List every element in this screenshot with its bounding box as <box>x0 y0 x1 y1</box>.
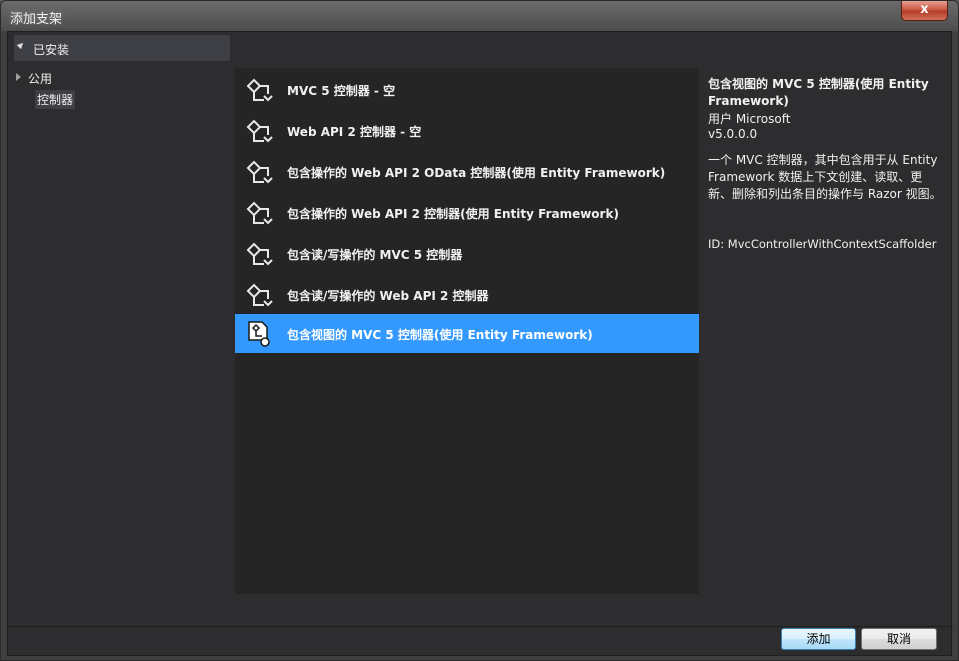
tree-item-label: 公用 <box>28 72 53 86</box>
tree-item-controller[interactable]: 控制器 <box>35 90 76 109</box>
close-button[interactable]: x <box>901 1 948 21</box>
list-item[interactable]: MVC 5 控制器 - 空 <box>235 70 699 109</box>
expand-arrow-icon[interactable] <box>16 73 21 81</box>
details-version: v5.0.0.0 <box>708 127 758 141</box>
controller-icon <box>246 201 273 225</box>
title-bar[interactable]: 添加支架 x <box>1 1 958 31</box>
dialog-title: 添加支架 <box>10 12 63 27</box>
tree-item-label: 控制器 <box>37 93 74 107</box>
cancel-button[interactable]: 取消 <box>861 628 937 650</box>
list-item[interactable]: 包含操作的 Web API 2 控制器(使用 Entity Framework) <box>235 193 699 232</box>
details-title: 包含视图的 MVC 5 控制器(使用 Entity Framework) <box>708 77 929 108</box>
dialog-content: 已安装 公用 控制器 MVC 5 控制器 - 空 Web API 2 控制器 -… <box>7 31 953 656</box>
template-label: MVC 5 控制器 - 空 <box>287 84 396 98</box>
footer-divider <box>8 626 953 627</box>
add-button[interactable]: 添加 <box>781 628 856 650</box>
list-item[interactable]: 包含操作的 Web API 2 OData 控制器(使用 Entity Fram… <box>235 152 699 191</box>
template-label: 包含读/写操作的 Web API 2 控制器 <box>287 289 489 303</box>
list-item[interactable]: 包含读/写操作的 Web API 2 控制器 <box>235 275 699 314</box>
template-label: 包含读/写操作的 MVC 5 控制器 <box>287 248 463 262</box>
details-id: ID: MvcControllerWithContextScaffolder <box>708 237 937 251</box>
list-item[interactable]: 包含读/写操作的 MVC 5 控制器 <box>235 234 699 273</box>
collapse-triangle-icon <box>16 40 26 50</box>
controller-icon <box>246 119 273 143</box>
scaffold-template-list[interactable]: MVC 5 控制器 - 空 Web API 2 控制器 - 空 包含操作的 We… <box>235 68 699 594</box>
add-scaffold-dialog: 添加支架 x 已安装 公用 控制器 MVC 5 控制器 - 空 Web API … <box>0 0 959 661</box>
controller-view-icon <box>248 321 270 347</box>
details-description: 一个 MVC 控制器，其中包含用于从 Entity Framework 数据上下… <box>708 153 942 201</box>
details-vendor: 用户 Microsoft <box>708 112 791 126</box>
template-label: 包含操作的 Web API 2 OData 控制器(使用 Entity Fram… <box>287 166 666 180</box>
installed-label: 已安装 <box>33 43 70 57</box>
template-label: 包含操作的 Web API 2 控制器(使用 Entity Framework) <box>287 207 619 221</box>
template-label: Web API 2 控制器 - 空 <box>287 125 422 139</box>
template-label: 包含视图的 MVC 5 控制器(使用 Entity Framework) <box>287 328 593 342</box>
controller-icon <box>246 78 273 102</box>
close-icon: x <box>920 2 929 17</box>
list-item-selected[interactable]: 包含视图的 MVC 5 控制器(使用 Entity Framework) <box>235 314 699 353</box>
list-item[interactable]: Web API 2 控制器 - 空 <box>235 111 699 150</box>
installed-section-header[interactable]: 已安装 <box>14 35 230 61</box>
controller-icon <box>246 283 273 307</box>
details-panel: 包含视图的 MVC 5 控制器(使用 Entity Framework) 用户 … <box>702 68 950 594</box>
controller-icon <box>246 242 273 266</box>
controller-icon <box>246 160 273 184</box>
